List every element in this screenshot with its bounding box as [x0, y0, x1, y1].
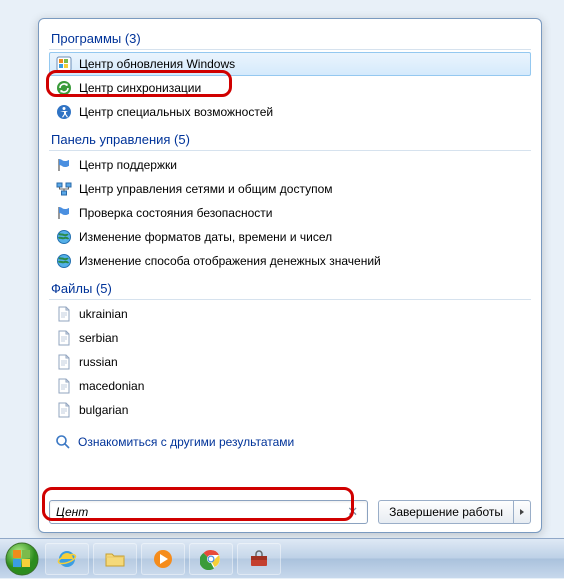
taskbar-explorer[interactable] [93, 543, 137, 575]
file-icon [56, 306, 72, 322]
search-input[interactable] [56, 505, 344, 519]
cp-item-action-center[interactable]: Центр поддержки [49, 153, 531, 177]
taskbar-chrome[interactable] [189, 543, 233, 575]
section-header-files: Файлы (5) [49, 277, 531, 300]
start-button[interactable] [2, 539, 42, 579]
flag-icon [56, 205, 72, 221]
see-more-results[interactable]: Ознакомиться с другими результатами [49, 428, 531, 456]
program-item-label: Центр синхронизации [79, 81, 201, 95]
file-item-label: ukrainian [79, 307, 128, 321]
taskbar-ie[interactable] [45, 543, 89, 575]
file-item[interactable]: ukrainian [49, 302, 531, 326]
media-player-icon [152, 548, 174, 570]
toolbox-icon [248, 548, 270, 570]
cp-item-date-formats[interactable]: Изменение форматов даты, времени и чисел [49, 225, 531, 249]
cp-item-network[interactable]: Центр управления сетями и общим доступом [49, 177, 531, 201]
file-icon [56, 330, 72, 346]
file-item[interactable]: serbian [49, 326, 531, 350]
search-icon [55, 434, 71, 450]
shutdown-options-arrow[interactable] [513, 500, 531, 524]
file-icon [56, 402, 72, 418]
accessibility-icon [56, 104, 72, 120]
network-icon [56, 181, 72, 197]
cp-item-label: Изменение способа отображения денежных з… [79, 254, 381, 268]
shutdown-button[interactable]: Завершение работы [378, 500, 513, 524]
globe-icon [56, 229, 72, 245]
file-item-label: russian [79, 355, 118, 369]
start-menu-panel: Программы (3) Центр обновления Windows Ц… [38, 18, 542, 533]
cp-item-label: Центр управления сетями и общим доступом [79, 182, 333, 196]
search-box[interactable]: ✕ [49, 500, 368, 524]
file-item-label: serbian [79, 331, 118, 345]
program-item-accessibility[interactable]: Центр специальных возможностей [49, 100, 531, 124]
sync-icon [56, 80, 72, 96]
chrome-icon [200, 548, 222, 570]
globe-icon [56, 253, 72, 269]
cp-item-label: Изменение форматов даты, времени и чисел [79, 230, 332, 244]
folder-icon [104, 548, 126, 570]
chevron-right-icon [518, 508, 526, 516]
program-item-windows-update[interactable]: Центр обновления Windows [49, 52, 531, 76]
file-item-label: bulgarian [79, 403, 128, 417]
taskbar-media-player[interactable] [141, 543, 185, 575]
section-header-control-panel: Панель управления (5) [49, 128, 531, 151]
see-more-label: Ознакомиться с другими результатами [78, 435, 294, 449]
program-item-sync-center[interactable]: Центр синхронизации [49, 76, 531, 100]
ie-icon [56, 548, 78, 570]
program-item-label: Центр специальных возможностей [79, 105, 273, 119]
bottom-row: ✕ Завершение работы [49, 500, 531, 524]
taskbar [0, 538, 564, 578]
clear-search-icon[interactable]: ✕ [344, 504, 361, 520]
cp-item-label: Центр поддержки [79, 158, 177, 172]
taskbar-app[interactable] [237, 543, 281, 575]
windows-update-icon [56, 56, 72, 72]
file-icon [56, 354, 72, 370]
cp-item-currency-formats[interactable]: Изменение способа отображения денежных з… [49, 249, 531, 273]
file-item-label: macedonian [79, 379, 144, 393]
section-header-programs: Программы (3) [49, 27, 531, 50]
shutdown-button-group: Завершение работы [378, 500, 531, 524]
program-item-label: Центр обновления Windows [79, 57, 235, 71]
file-item[interactable]: bulgarian [49, 398, 531, 422]
file-icon [56, 378, 72, 394]
flag-icon [56, 157, 72, 173]
cp-item-label: Проверка состояния безопасности [79, 206, 272, 220]
cp-item-security-check[interactable]: Проверка состояния безопасности [49, 201, 531, 225]
file-item[interactable]: russian [49, 350, 531, 374]
file-item[interactable]: macedonian [49, 374, 531, 398]
